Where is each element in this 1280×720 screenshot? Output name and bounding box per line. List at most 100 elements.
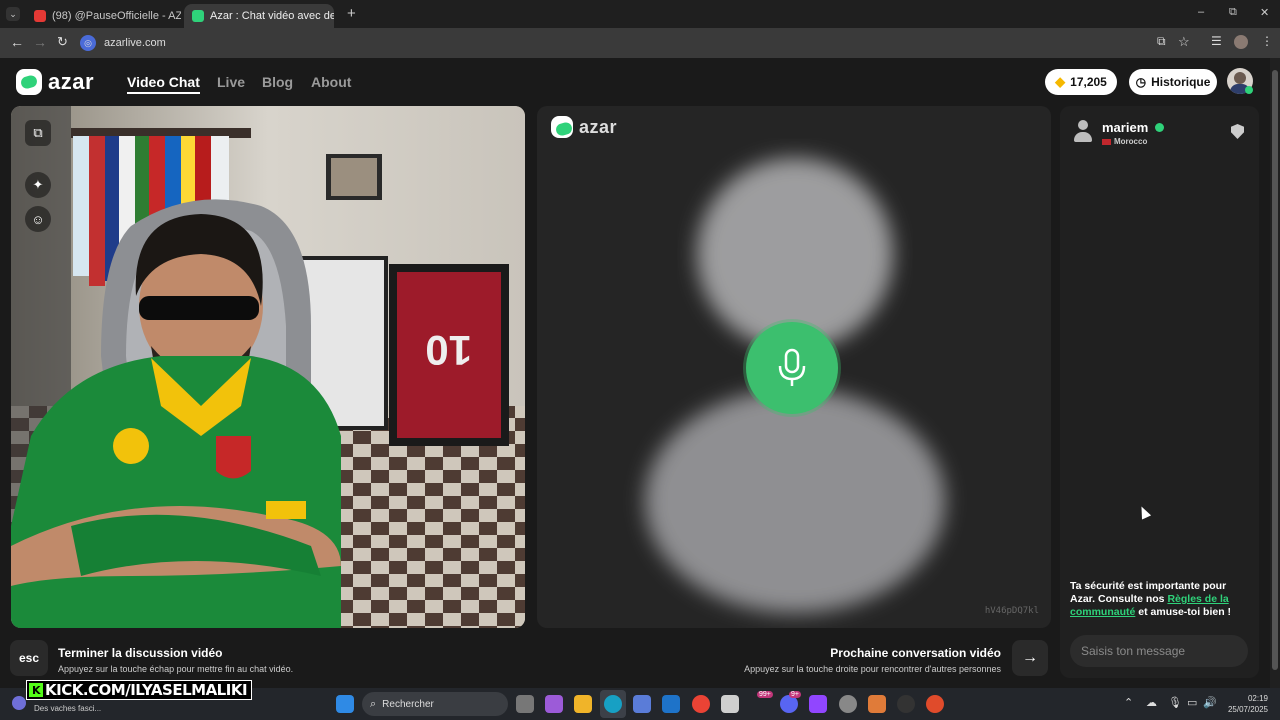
country-label: Morocco bbox=[1114, 137, 1148, 146]
scrollbar-thumb[interactable] bbox=[1272, 70, 1278, 670]
file-explorer-icon[interactable] bbox=[574, 695, 592, 713]
profile-avatar-icon[interactable] bbox=[1234, 35, 1248, 49]
next-chat-hint: Prochaine conversation vidéo Appuyez sur… bbox=[744, 646, 1001, 674]
nav-about[interactable]: About bbox=[311, 74, 351, 90]
gems-count: 17,205 bbox=[1070, 75, 1107, 89]
gems-balance-button[interactable]: ◆ 17,205 bbox=[1045, 69, 1117, 95]
discord-badge: 99+ bbox=[757, 691, 773, 698]
new-tab-button[interactable]: + bbox=[347, 5, 356, 22]
gem-icon: ◆ bbox=[1055, 74, 1066, 89]
menu-kebab-icon[interactable]: ⋮ bbox=[1261, 34, 1273, 48]
widgets-icon[interactable] bbox=[12, 696, 26, 710]
nav-blog[interactable]: Blog bbox=[262, 74, 293, 90]
store-icon[interactable] bbox=[633, 695, 651, 713]
cast-icon[interactable]: ⧉ bbox=[1157, 34, 1166, 49]
tray-mic-icon[interactable]: 🎙 bbox=[1168, 696, 1182, 709]
kick-logo-icon: K bbox=[29, 683, 43, 697]
report-shield-icon[interactable] bbox=[1231, 124, 1244, 139]
address-bar[interactable]: ◎ azarlive.com bbox=[80, 31, 1200, 55]
back-icon[interactable]: ← bbox=[10, 34, 24, 50]
browser-tab-bar: ⌄ (98) @PauseOfficielle - AZUL (É ✕ Azar… bbox=[0, 0, 1280, 28]
page-scrollbar[interactable] bbox=[1270, 58, 1280, 688]
copilot-icon[interactable] bbox=[545, 695, 563, 713]
app5-icon[interactable] bbox=[926, 695, 944, 713]
partner-azar-watermark: azar bbox=[551, 116, 617, 138]
minimize-button[interactable]: – bbox=[1198, 6, 1204, 18]
microphone-icon bbox=[778, 348, 806, 386]
tray-display-icon[interactable]: ▭ bbox=[1187, 696, 1197, 709]
windows-start-icon[interactable] bbox=[336, 695, 354, 713]
logo-text: azar bbox=[48, 69, 95, 94]
partner-country: Morocco bbox=[1102, 137, 1147, 146]
app-icon[interactable] bbox=[721, 695, 739, 713]
message-input[interactable]: Saisis ton message bbox=[1070, 635, 1248, 667]
partner-video: azar hV46pDQ7kl bbox=[537, 106, 1051, 628]
pip-toggle-icon[interactable]: ⧉ bbox=[25, 120, 51, 146]
tray-chevron-icon[interactable]: ⌃ bbox=[1124, 696, 1133, 709]
esc-key-button[interactable]: esc bbox=[10, 640, 48, 676]
partner-username: mariem bbox=[1102, 120, 1149, 135]
morocco-flag-icon bbox=[1102, 138, 1111, 145]
news-widget-text[interactable]: Des vaches fasci... bbox=[34, 704, 101, 713]
youtube-icon bbox=[34, 10, 46, 22]
tab-title: (98) @PauseOfficielle - AZUL (É bbox=[52, 10, 181, 22]
media-control-icon[interactable]: ☰ bbox=[1211, 34, 1222, 48]
url-text: azarlive.com bbox=[104, 37, 166, 49]
browser-tab-azar[interactable]: Azar : Chat vidéo avec de n ◉ ✕ bbox=[184, 4, 334, 28]
close-window-button[interactable]: ✕ bbox=[1260, 6, 1269, 19]
tab-search-icon[interactable]: ⌄ bbox=[6, 7, 20, 21]
nav-video-chat[interactable]: Video Chat bbox=[127, 74, 200, 94]
tab-title: Azar : Chat vidéo avec de n bbox=[210, 10, 334, 22]
next-chat-subtitle: Appuyez sur la touche droite pour rencon… bbox=[744, 664, 1001, 674]
taskbar-search[interactable]: ⌕ Rechercher bbox=[362, 692, 508, 716]
browser-tab-youtube[interactable]: (98) @PauseOfficielle - AZUL (É ✕ bbox=[26, 4, 181, 28]
bookmark-star-icon[interactable]: ☆ bbox=[1178, 34, 1190, 50]
verified-icon bbox=[1155, 123, 1164, 132]
app3-icon[interactable] bbox=[868, 695, 886, 713]
notification-badge: 9+ bbox=[789, 691, 801, 698]
microphone-button[interactable] bbox=[746, 322, 838, 414]
app2-icon[interactable] bbox=[839, 695, 857, 713]
svg-text:10: 10 bbox=[425, 327, 472, 374]
task-view-icon[interactable] bbox=[516, 695, 534, 713]
azar-logo-icon bbox=[551, 116, 573, 138]
azar-icon bbox=[192, 10, 204, 22]
next-conversation-button[interactable]: → bbox=[1012, 640, 1048, 676]
end-chat-subtitle: Appuyez sur la touche échap pour mettre … bbox=[58, 664, 294, 674]
forward-icon[interactable]: → bbox=[33, 34, 47, 50]
clock-time: 02:19 bbox=[1247, 694, 1268, 703]
search-label: Rechercher bbox=[382, 698, 434, 710]
face-filter-icon[interactable]: ☺ bbox=[25, 206, 51, 232]
chat-panel: mariem Morocco Ta sécurité est important… bbox=[1060, 106, 1259, 678]
tray-volume-icon[interactable]: 🔊 bbox=[1203, 696, 1217, 709]
next-chat-title: Prochaine conversation vidéo bbox=[830, 646, 1001, 660]
azar-logo[interactable]: azar bbox=[16, 69, 94, 95]
edge-icon[interactable] bbox=[604, 695, 622, 713]
azar-logo-icon bbox=[16, 69, 42, 95]
restore-button[interactable]: ⧉ bbox=[1229, 6, 1237, 19]
end-chat-hint: Terminer la discussion vidéo Appuyez sur… bbox=[58, 646, 293, 674]
partner-id-code: hV46pDQ7kl bbox=[984, 606, 1039, 616]
chrome-icon[interactable] bbox=[692, 695, 710, 713]
reload-icon[interactable]: ↻ bbox=[57, 34, 68, 50]
history-button[interactable]: ◷ Historique bbox=[1129, 69, 1217, 95]
arrow-right-icon: → bbox=[1022, 649, 1038, 666]
tray-clock[interactable]: 02:19 25/07/2025 bbox=[1222, 693, 1268, 715]
outlook-icon[interactable] bbox=[662, 695, 680, 713]
nav-live[interactable]: Live bbox=[217, 74, 245, 90]
browser-toolbar: ← → ↻ ◎ azarlive.com ⧉ ☆ ☰ ⋮ bbox=[0, 28, 1280, 58]
site-info-icon[interactable]: ◎ bbox=[80, 35, 96, 51]
search-icon: ⌕ bbox=[370, 697, 377, 710]
app4-icon[interactable] bbox=[897, 695, 915, 713]
kick-url-text: KICK.COM/ILYASELMALIKI bbox=[45, 681, 248, 699]
effects-sparkle-icon[interactable]: ✦ bbox=[25, 172, 51, 198]
azar-page: azar Video Chat Live Blog About ◆ 17,205… bbox=[0, 58, 1270, 688]
history-label: Historique bbox=[1151, 75, 1211, 89]
watermark-text: azar bbox=[579, 116, 618, 137]
kick-stream-overlay: K KICK.COM/ILYASELMALIKI bbox=[26, 680, 253, 700]
safety-notice: Ta sécurité est importante pour Azar. Co… bbox=[1070, 580, 1232, 618]
tray-cloud-icon[interactable]: ☁ bbox=[1146, 696, 1157, 709]
game-icon[interactable] bbox=[809, 695, 827, 713]
end-chat-title: Terminer la discussion vidéo bbox=[58, 646, 223, 660]
self-video-frame: 10 bbox=[11, 106, 525, 628]
